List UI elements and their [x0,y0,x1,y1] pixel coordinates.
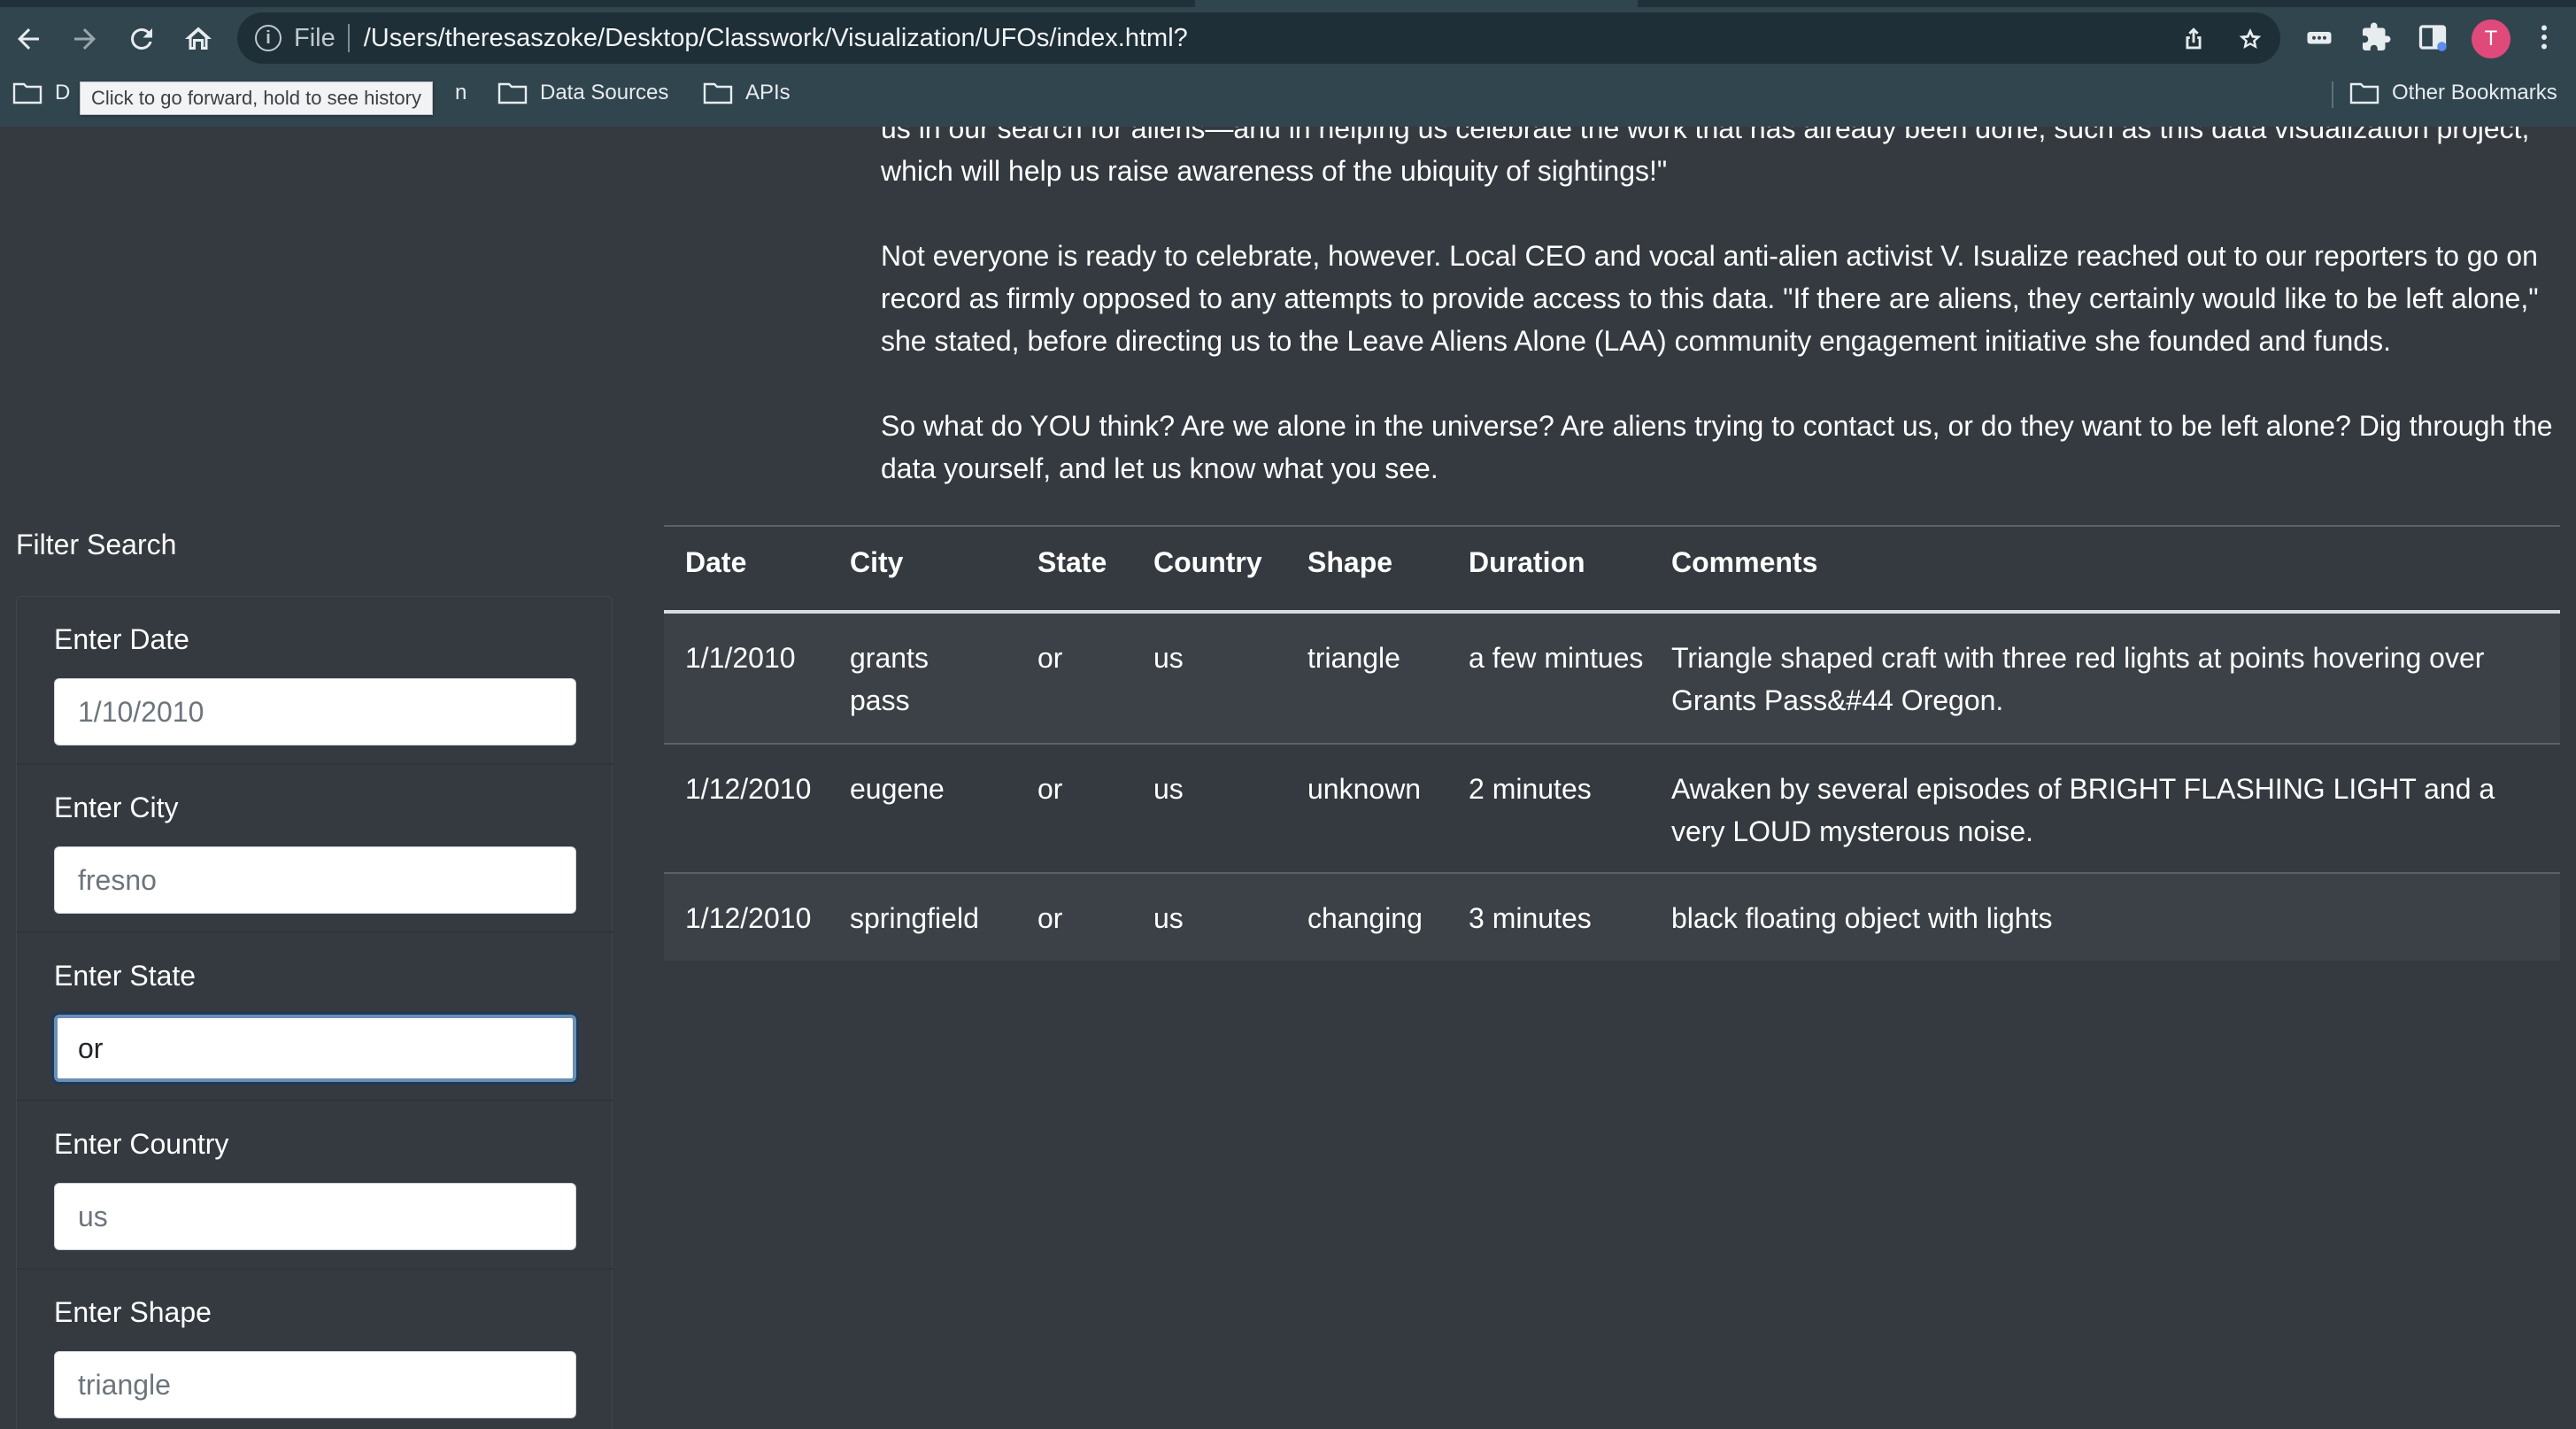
info-icon[interactable]: i [255,25,282,51]
active-tab-edge[interactable] [1195,0,1638,7]
kebab-menu-icon[interactable] [2521,14,2567,60]
country-label: Enter Country [54,1128,229,1160]
cell-country: us [1153,773,1184,805]
home-button[interactable] [174,14,223,64]
share-icon[interactable] [2178,23,2210,55]
cell-date: 1/12/2010 [685,773,812,805]
filter-item-shape: Enter Shape triangle [17,1270,613,1429]
star-bookmark-icon[interactable] [2234,23,2266,55]
cell-state: or [1037,773,1063,805]
cell-shape: unknown [1307,773,1422,805]
table-row: 1/12/2010 eugene or us unknown 2 minutes… [664,745,2560,874]
address-bar[interactable]: i File /Users/theresaszoke/Desktop/Class… [237,12,2280,64]
cell-date: 1/12/2010 [685,902,812,934]
back-button[interactable] [4,14,53,64]
puzzle-extensions-icon[interactable] [2353,14,2399,60]
header-state: State [1037,546,1107,578]
cell-duration: a few mintues [1469,642,1644,674]
cell-country: us [1153,642,1184,674]
bookmark-label-apis: APIs [745,81,791,104]
bookmark-hidden-suffix: n [455,74,467,112]
header-shape: Shape [1307,546,1393,578]
table-row: 1/1/2010 grants pass or us triangle a fe… [664,614,2560,745]
state-label: Enter State [54,960,197,992]
folder-icon [497,81,528,104]
filter-item-country: Enter Country us [17,1101,613,1270]
bookmark-label-suffix: n [455,81,467,104]
filter-item-state: Enter State or [17,933,613,1101]
reload-icon [131,27,152,50]
date-input[interactable]: 1/10/2010 [54,678,576,745]
bookmark-folder-data-sources[interactable]: Data Sources [497,74,668,112]
city-label: Enter City [54,792,179,823]
filter-item-date: Enter Date 1/10/2010 [17,597,613,765]
bookmark-folder-other[interactable]: Other Bookmarks [2349,74,2557,112]
reload-button[interactable] [117,14,166,64]
header-city: City [850,546,904,578]
bookmark-label-first: D [55,81,71,104]
shape-input[interactable]: triangle [54,1351,576,1418]
article-paragraph: So what do YOU think? Are we alone in th… [881,410,2553,484]
cell-country: us [1153,902,1184,934]
date-label: Enter Date [54,623,189,655]
city-input[interactable]: fresno [54,846,576,914]
cell-state: or [1037,902,1063,934]
arrow-right-icon [74,28,96,50]
cell-city: springfield [850,902,979,934]
bookmarks-divider [2332,81,2333,108]
filter-item-city: Enter City fresno [17,765,613,933]
article-paragraph: Not everyone is ready to celebrate, howe… [881,240,2539,357]
scheme-label: File [294,23,335,52]
forward-button[interactable] [60,14,110,64]
filter-panel: Enter Date 1/10/2010 Enter City fresno E… [16,596,613,1429]
forward-tooltip: Click to go forward, hold to see history [80,81,433,115]
page-content: us in our search for aliens—and in helpi… [0,127,2576,1429]
folder-icon [703,81,733,104]
folder-icon [2349,81,2379,104]
shape-label: Enter Shape [54,1296,212,1328]
country-input[interactable]: us [54,1183,576,1250]
header-date: Date [685,546,747,578]
bookmark-folder-apis[interactable]: APIs [703,74,791,112]
state-input[interactable]: or [54,1015,576,1082]
cell-duration: 3 minutes [1469,902,1592,934]
arrow-left-icon [18,28,39,50]
extension-ellipsis-icon[interactable] [2296,14,2342,60]
table-header: Date City State Country Shape Duration C… [664,527,2560,614]
cell-comments: Awaken by several episodes of BRIGHT FLA… [1671,773,2495,847]
home-icon [185,27,212,50]
tab-strip [0,0,2576,7]
cell-state: or [1037,642,1063,674]
address-divider [347,24,350,52]
article-paragraph: us in our search for aliens—and in helpi… [881,127,2530,187]
cell-comments: Triangle shaped craft with three red lig… [1671,642,2485,716]
cell-date: 1/1/2010 [685,642,796,674]
filter-search-title: Filter Search [16,529,177,560]
cell-shape: triangle [1307,642,1400,674]
bookmark-label-data-sources: Data Sources [540,81,669,104]
cell-duration: 2 minutes [1469,773,1592,805]
bookmark-label-other: Other Bookmarks [2392,81,2557,104]
folder-icon [12,81,42,104]
article-text: us in our search for aliens—and in helpi… [881,127,2563,532]
cell-city: grants pass [850,642,929,716]
cell-city: eugene [850,773,945,805]
header-country: Country [1153,546,1262,578]
header-duration: Duration [1469,546,1585,578]
cell-comments: black floating object with lights [1671,902,2053,934]
table-row: 1/12/2010 springfield or us changing 3 m… [664,874,2560,961]
side-panel-icon[interactable] [2410,14,2456,60]
bookmark-folder-first[interactable]: D [12,74,70,112]
header-comments: Comments [1671,546,1818,578]
avatar-letter: T [2484,27,2498,50]
cell-shape: changing [1307,902,1423,934]
url-text[interactable]: /Users/theresaszoke/Desktop/Classwork/Vi… [364,24,1188,53]
profile-avatar[interactable]: T [2472,19,2510,58]
